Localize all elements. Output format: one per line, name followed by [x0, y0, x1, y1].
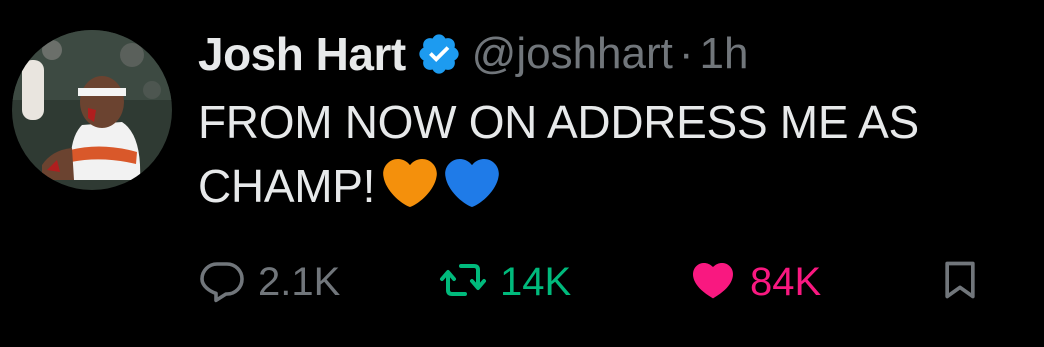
avatar[interactable]	[12, 30, 172, 190]
orange-heart-icon	[383, 156, 437, 210]
retweet-icon	[438, 256, 488, 309]
tweet-text-line-2-text: CHAMP!	[198, 160, 376, 212]
verified-badge-icon	[416, 31, 462, 77]
like-button[interactable]: 84K	[688, 252, 821, 312]
tweet-text: FROM NOW ON ADDRESS ME AS CHAMP!	[198, 90, 1028, 218]
reply-icon	[198, 256, 246, 309]
blue-heart-icon	[445, 156, 499, 210]
avatar-image	[12, 30, 172, 190]
tweet-text-line-2: CHAMP!	[198, 154, 1028, 218]
tweet-actions: 2.1K 14K 84K	[198, 252, 1018, 312]
tweet-text-line-1: FROM NOW ON ADDRESS ME AS	[198, 96, 919, 148]
reply-count: 2.1K	[258, 259, 341, 304]
tweet[interactable]: Josh Hart @joshhart · 1h FROM NOW ON ADD…	[0, 0, 1044, 347]
reply-button[interactable]: 2.1K	[198, 252, 340, 312]
heart-filled-icon	[688, 256, 738, 309]
retweet-button[interactable]: 14K	[438, 252, 571, 312]
author-display-name[interactable]: Josh Hart	[198, 27, 406, 81]
timestamp[interactable]: 1h	[700, 29, 749, 79]
bookmark-icon	[938, 256, 982, 309]
like-count: 84K	[750, 259, 822, 304]
separator-dot: ·	[678, 29, 694, 78]
bookmark-button[interactable]	[938, 252, 982, 312]
retweet-count: 14K	[500, 259, 572, 304]
tweet-header: Josh Hart @joshhart · 1h	[198, 22, 748, 86]
author-handle[interactable]: @joshhart	[472, 29, 673, 79]
